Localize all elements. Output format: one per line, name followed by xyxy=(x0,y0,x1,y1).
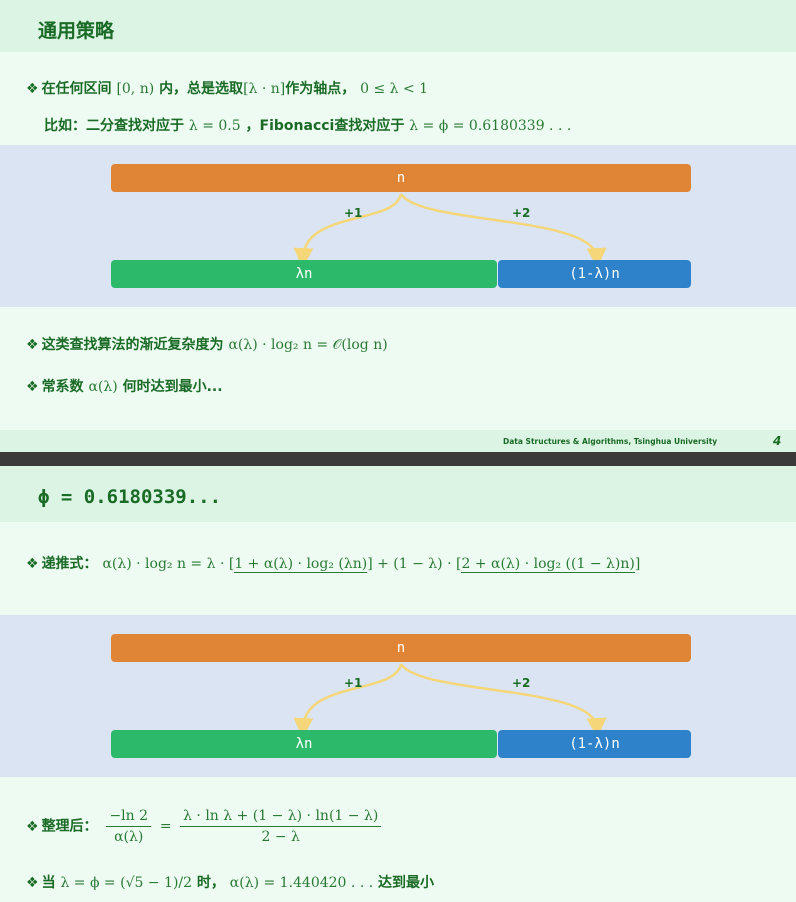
lambda-range-math: 0 ≤ λ < 1 xyxy=(360,81,429,97)
diamond-bullet-icon: ❖ xyxy=(26,337,39,353)
bullet-simplified: ❖ 整理后： −ln 2 α(λ) = λ · ln λ + (1 − λ) · … xyxy=(26,808,385,845)
slide-1: 通用策略 ❖ 在任何区间 [0, n) 内，总是选取[λ · n]作为轴点， 0 … xyxy=(0,0,796,452)
diamond-bullet-icon: ❖ xyxy=(26,818,39,835)
split-diagram: n +1 +2 λn (1-λ)n xyxy=(0,145,796,307)
bullet-minimize: ❖ 常系数 α(λ) 何时达到最小... xyxy=(26,379,223,395)
slide-title: ϕ = 0.6180339... xyxy=(38,486,222,508)
recurrence-lhs: α(λ) · log₂ n = λ · xyxy=(102,556,229,572)
binary-search-lambda: λ = 0.5 xyxy=(188,118,241,134)
diamond-bullet-icon: ❖ xyxy=(26,81,39,97)
golden-ratio-math: λ = ϕ = (√5 − 1)/2 xyxy=(60,875,193,891)
split-diagram: n +1 +2 λn (1-λ)n xyxy=(0,615,796,777)
diamond-bullet-icon: ❖ xyxy=(26,556,39,572)
recurrence-term-left: 1 + α(λ) · log₂ (λn) xyxy=(234,556,368,573)
alpha-min-math: α(λ) = 1.440420 . . . xyxy=(229,875,374,891)
bullet-complexity: ❖ 这类查找算法的渐近复杂度为 α(λ) · log₂ n = 𝒪(log n) xyxy=(26,337,388,353)
left-increment: +1 xyxy=(344,206,363,220)
fraction-lhs: −ln 2 α(λ) xyxy=(106,808,152,845)
diamond-bullet-icon: ❖ xyxy=(26,379,39,395)
left-subrange-bar: λn xyxy=(111,260,497,288)
right-subrange-bar: (1-λ)n xyxy=(498,730,691,758)
recurrence-term-right: 2 + α(λ) · log₂ ((1 − λ)n) xyxy=(461,556,635,573)
left-subrange-bar: λn xyxy=(111,730,497,758)
bullet-minimum: ❖ 当 λ = ϕ = (√5 − 1)/2 时， α(λ) = 1.440420… xyxy=(26,875,435,891)
right-subrange-bar: (1-λ)n xyxy=(498,260,691,288)
range-bar-n: n xyxy=(111,634,691,662)
bullet-recurrence: ❖ 递推式： α(λ) · log₂ n = λ · [1 + α(λ) · lo… xyxy=(26,556,641,573)
footer-text: Data Structures & Algorithms, Tsinghua U… xyxy=(503,437,718,446)
bullet-pivot-rule: ❖ 在任何区间 [0, n) 内，总是选取[λ · n]作为轴点， 0 ≤ λ <… xyxy=(26,81,429,97)
fibonacci-lambda: λ = ϕ = 0.6180339 . . . xyxy=(409,118,572,134)
example-line: 比如：二分查找对应于 λ = 0.5 ，Fibonacci查找对应于 λ = ϕ… xyxy=(44,118,572,134)
slide-title: 通用策略 xyxy=(38,20,115,42)
complexity-math: α(λ) · log₂ n = 𝒪(log n) xyxy=(228,337,388,353)
slide-separator xyxy=(0,452,796,466)
interval-math: [0, n) xyxy=(116,81,155,97)
fraction-rhs: λ · ln λ + (1 − λ) · ln(1 − λ) 2 − λ xyxy=(180,808,382,845)
diamond-bullet-icon: ❖ xyxy=(26,875,39,891)
right-increment: +2 xyxy=(512,206,531,220)
slide-2: ϕ = 0.6180339... ❖ 递推式： α(λ) · log₂ n = λ… xyxy=(0,466,796,902)
left-increment: +1 xyxy=(344,676,363,690)
title-bar xyxy=(0,0,796,52)
range-bar-n: n xyxy=(111,164,691,192)
page-number: 4 xyxy=(773,434,782,448)
alpha-math: α(λ) xyxy=(88,379,118,395)
right-increment: +2 xyxy=(512,676,531,690)
pivot-math: [λ · n] xyxy=(243,81,286,97)
